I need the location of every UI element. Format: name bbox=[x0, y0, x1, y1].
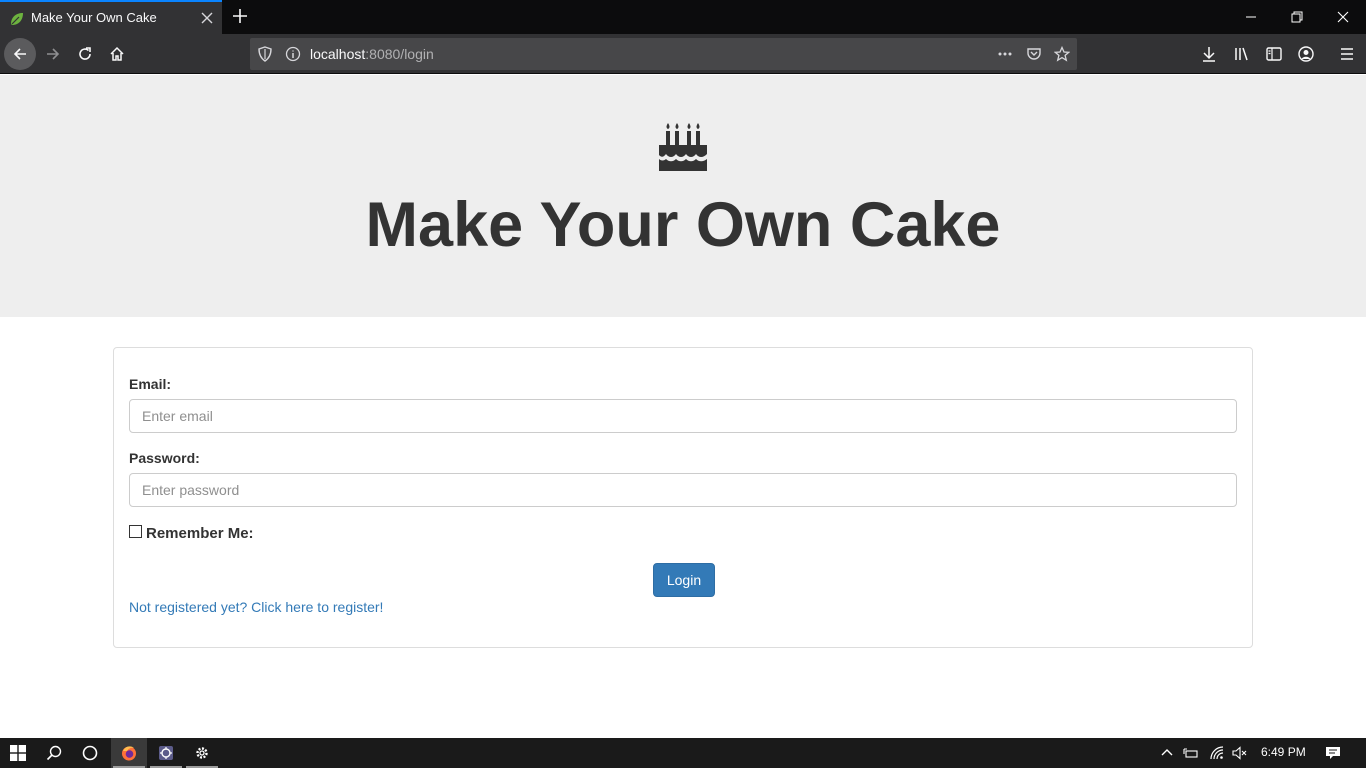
page-title: Make Your Own Cake bbox=[365, 190, 1001, 260]
tracking-shield-icon[interactable] bbox=[257, 46, 273, 62]
register-link[interactable]: Not registered yet? Click here to regist… bbox=[129, 599, 383, 615]
account-icon[interactable] bbox=[1297, 45, 1315, 63]
network-wifi-icon[interactable] bbox=[1209, 745, 1225, 761]
remember-me-checkbox[interactable] bbox=[129, 525, 142, 538]
address-bar[interactable]: localhost:8080/login bbox=[250, 38, 1077, 70]
search-button[interactable] bbox=[36, 738, 72, 768]
start-button[interactable] bbox=[0, 738, 36, 768]
browser-tab-strip: Make Your Own Cake bbox=[0, 0, 1366, 34]
url-host: localhost bbox=[310, 46, 366, 62]
email-label: Email: bbox=[129, 376, 172, 392]
url-path: :8080/login bbox=[365, 46, 434, 62]
pocket-icon[interactable] bbox=[1026, 46, 1042, 62]
spring-leaf-icon bbox=[11, 13, 23, 25]
taskbar-settings[interactable] bbox=[184, 738, 220, 768]
app-window-icon bbox=[159, 746, 173, 760]
minimize-button[interactable] bbox=[1228, 0, 1274, 34]
menu-hamburger-icon[interactable] bbox=[1338, 45, 1356, 63]
restore-button[interactable] bbox=[1274, 0, 1320, 34]
reload-icon bbox=[79, 47, 91, 60]
forward-button[interactable] bbox=[37, 38, 69, 70]
browser-tab[interactable]: Make Your Own Cake bbox=[0, 0, 222, 34]
search-icon bbox=[46, 745, 62, 761]
minimize-icon bbox=[1246, 16, 1256, 18]
windows-taskbar: 6:49 PM bbox=[0, 738, 1366, 768]
close-tab-icon[interactable] bbox=[198, 9, 216, 27]
password-field[interactable] bbox=[129, 473, 1237, 507]
firefox-icon bbox=[122, 746, 136, 761]
forward-arrow-icon bbox=[47, 48, 60, 60]
battery-power-icon[interactable] bbox=[1183, 745, 1199, 761]
url-text[interactable]: localhost:8080/login bbox=[310, 46, 434, 62]
close-icon bbox=[1337, 11, 1349, 23]
library-icon[interactable] bbox=[1233, 45, 1251, 63]
remember-me-label[interactable]: Remember Me: bbox=[146, 525, 254, 542]
gear-icon bbox=[196, 747, 208, 759]
downloads-icon[interactable] bbox=[1200, 45, 1218, 63]
back-arrow-icon bbox=[13, 48, 26, 60]
site-info-icon[interactable] bbox=[285, 46, 301, 62]
restore-icon bbox=[1291, 11, 1303, 23]
login-button[interactable]: Login bbox=[653, 563, 715, 597]
volume-muted-icon[interactable] bbox=[1231, 745, 1247, 761]
action-center-icon[interactable] bbox=[1325, 745, 1341, 761]
close-window-button[interactable] bbox=[1320, 0, 1366, 34]
birthday-cake-icon bbox=[659, 123, 707, 171]
windows-logo-icon bbox=[10, 745, 26, 761]
browser-toolbar: localhost:8080/login bbox=[0, 34, 1366, 74]
cortana-circle-icon bbox=[82, 745, 98, 761]
taskbar-app-2[interactable] bbox=[148, 738, 184, 768]
new-tab-icon[interactable] bbox=[230, 6, 250, 26]
sidebar-icon[interactable] bbox=[1265, 45, 1283, 63]
tab-title: Make Your Own Cake bbox=[31, 10, 157, 25]
back-button[interactable] bbox=[4, 38, 36, 70]
email-field[interactable] bbox=[129, 399, 1237, 433]
taskbar-firefox[interactable] bbox=[111, 738, 147, 768]
system-clock[interactable]: 6:49 PM bbox=[1261, 745, 1306, 759]
login-form-panel: Email: Password: Remember Me: Login Not … bbox=[113, 347, 1253, 648]
home-button[interactable] bbox=[101, 38, 133, 70]
home-icon bbox=[110, 46, 124, 61]
show-hidden-icons-chevron-icon[interactable] bbox=[1159, 745, 1175, 761]
cortana-button[interactable] bbox=[72, 738, 108, 768]
page-actions-icon[interactable] bbox=[997, 46, 1013, 62]
reload-button[interactable] bbox=[69, 38, 101, 70]
password-label: Password: bbox=[129, 450, 200, 466]
header-jumbotron: Make Your Own Cake bbox=[0, 75, 1366, 317]
bookmark-star-icon[interactable] bbox=[1054, 46, 1070, 62]
